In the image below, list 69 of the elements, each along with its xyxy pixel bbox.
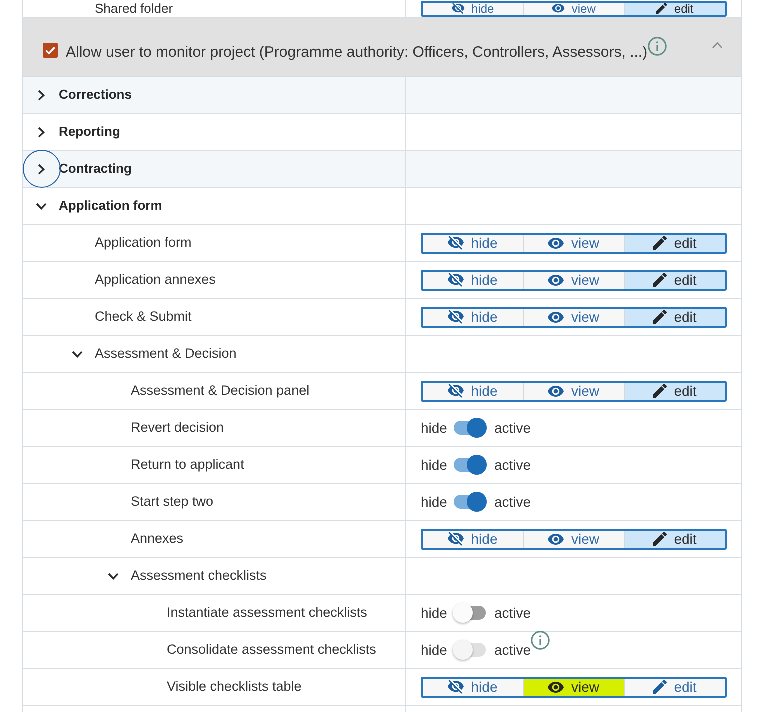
pencil-icon [653, 236, 668, 250]
eye-icon [548, 274, 564, 286]
item-label: Application form [59, 197, 162, 215]
eye-icon [548, 682, 564, 692]
eye-icon [548, 534, 564, 544]
item-label: Reporting [59, 123, 120, 141]
edit-option[interactable]: edit [624, 272, 725, 288]
edit-option[interactable]: edit [624, 308, 725, 326]
eye-icon [552, 4, 565, 13]
section-title: Allow user to monitor project (Programme authority: Officers, Controllers, Assessors, ...) [66, 43, 648, 63]
item-label: Corrections [59, 86, 132, 104]
eye-off-icon [448, 680, 464, 694]
item-label: Assessment checklists [131, 567, 267, 585]
pencil-icon [653, 680, 668, 694]
item-label: Application annexes [95, 271, 216, 289]
item-label: Assessment & Decision [95, 345, 237, 363]
toggle-switch[interactable] [453, 492, 488, 512]
toggle-off-label: hide [421, 419, 448, 437]
eye-icon [548, 386, 564, 396]
edit-option[interactable]: edit [624, 2, 725, 14]
edit-option[interactable]: edit [624, 530, 725, 548]
toggle-on-label: active [494, 493, 532, 511]
pencil-icon [653, 384, 668, 398]
item-label: Revert decision [131, 419, 224, 437]
chevron-up-icon[interactable] [712, 42, 723, 49]
pencil-icon [653, 532, 668, 546]
item-label: Visible checklists table [167, 678, 302, 696]
eye-off-icon [452, 2, 465, 14]
toggle-switch[interactable] [453, 603, 488, 623]
info-icon[interactable] [648, 37, 667, 56]
edit-option[interactable]: edit [624, 234, 725, 252]
checkbox[interactable] [43, 43, 58, 58]
toggle-switch[interactable] [453, 418, 488, 438]
item-label: Start step two [131, 493, 214, 511]
toggle-on-label: active [494, 456, 532, 474]
chevron-down-icon[interactable] [108, 572, 119, 580]
item-label: Consolidate assessment checklists [167, 641, 376, 659]
view-option[interactable]: view [523, 678, 624, 696]
chevron-right-icon[interactable] [38, 164, 45, 174]
toggle-off-label: hide [421, 456, 448, 474]
toggle-switch[interactable] [453, 455, 488, 475]
eye-off-icon [448, 273, 464, 287]
item-label: Annexes [131, 530, 184, 548]
chevron-down-icon[interactable] [72, 350, 83, 358]
item-label: Instantiate assessment checklists [167, 604, 368, 622]
item-label: Shared folder [95, 1, 174, 16]
pencil-icon [656, 2, 668, 14]
edit-option[interactable]: edit [624, 382, 725, 400]
eye-icon [548, 238, 564, 248]
pencil-icon [653, 273, 668, 287]
eye-icon [548, 312, 564, 322]
chevron-right-icon[interactable] [38, 90, 45, 100]
eye-off-icon [448, 384, 464, 398]
item-label: Check & Submit [95, 308, 192, 326]
eye-off-icon [448, 310, 464, 324]
chevron-right-icon[interactable] [38, 126, 45, 138]
toggle-off-label: hide [421, 604, 448, 622]
eye-off-icon [448, 236, 464, 250]
toggle-on-label: active [494, 419, 532, 437]
eye-off-icon [448, 532, 464, 546]
item-label: Assessment & Decision panel [131, 382, 310, 400]
toggle-on-label: active [494, 641, 532, 659]
toggle-off-label: hide [421, 493, 448, 511]
chevron-down-icon[interactable] [36, 202, 47, 210]
toggle-on-label: active [494, 604, 532, 622]
item-label: Application form [95, 234, 192, 252]
pencil-icon [653, 310, 668, 324]
toggle-off-label: hide [421, 641, 448, 659]
item-label: Return to applicant [131, 456, 244, 474]
